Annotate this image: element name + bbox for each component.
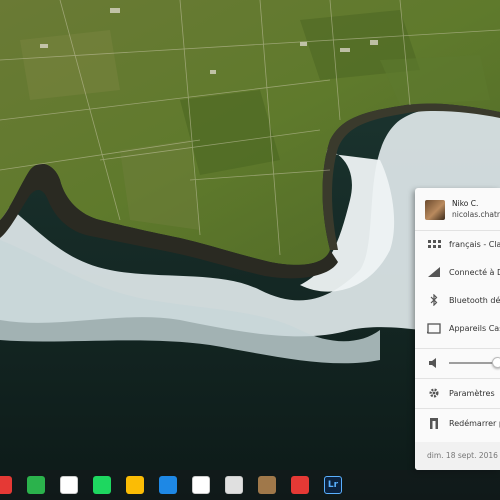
restart-icon bbox=[426, 415, 442, 431]
tray-row-keyboard[interactable]: français - Clavier français bbox=[415, 230, 500, 258]
keyboard-icon bbox=[426, 236, 442, 252]
tray-row-restart[interactable]: Redémarrer pour mettre à jour bbox=[415, 409, 500, 437]
store-app-icon[interactable] bbox=[159, 476, 177, 494]
wifi-label: Connecté à DCR-Home bbox=[449, 267, 500, 277]
user-email: nicolas.chatrenet@gmail.com bbox=[452, 210, 500, 219]
briefcase-app-icon[interactable] bbox=[258, 476, 276, 494]
volume-slider-knob[interactable] bbox=[491, 357, 500, 368]
volume-icon[interactable] bbox=[426, 355, 442, 371]
system-tray-menu: Niko C. nicolas.chatrenet@gmail.com fran… bbox=[415, 188, 500, 470]
cast-label: Appareils Cast disponibles bbox=[449, 323, 500, 333]
bluetooth-icon bbox=[426, 292, 442, 308]
date-text: dim. 18 sept. 2016 bbox=[427, 451, 498, 460]
wifi-icon bbox=[426, 264, 442, 280]
pocket-app-icon[interactable] bbox=[0, 476, 12, 494]
date-footer: dim. 18 sept. 2016 bbox=[415, 442, 500, 470]
restart-label: Redémarrer pour mettre à jour bbox=[449, 418, 500, 428]
keyboard-label: français - Clavier français bbox=[449, 239, 500, 249]
user-name: Niko C. bbox=[452, 199, 479, 208]
volume-slider[interactable] bbox=[449, 357, 500, 368]
tray-row-wifi[interactable]: Connecté à DCR-Home bbox=[415, 258, 500, 286]
tray-row-bluetooth[interactable]: Bluetooth désactivé bbox=[415, 286, 500, 314]
spotify-app-icon[interactable] bbox=[93, 476, 111, 494]
chrome-app-icon[interactable] bbox=[225, 476, 243, 494]
pinwheel-app-icon[interactable] bbox=[126, 476, 144, 494]
avatar bbox=[425, 200, 445, 220]
lightroom-app-icon[interactable]: Lr bbox=[324, 476, 342, 494]
gear-icon bbox=[426, 385, 442, 401]
settings-label: Paramètres bbox=[449, 388, 495, 398]
tray-row-settings[interactable]: Paramètres 2 bbox=[415, 379, 500, 407]
cast-icon bbox=[426, 320, 442, 336]
tray-row-cast[interactable]: Appareils Cast disponibles bbox=[415, 314, 500, 342]
user-account-row[interactable]: Niko C. nicolas.chatrenet@gmail.com bbox=[415, 188, 500, 230]
photos-app-icon[interactable] bbox=[60, 476, 78, 494]
feedly-app-icon[interactable] bbox=[27, 476, 45, 494]
cast-app-icon[interactable] bbox=[291, 476, 309, 494]
play-store-app-icon[interactable] bbox=[192, 476, 210, 494]
bluetooth-label: Bluetooth désactivé bbox=[449, 295, 500, 305]
